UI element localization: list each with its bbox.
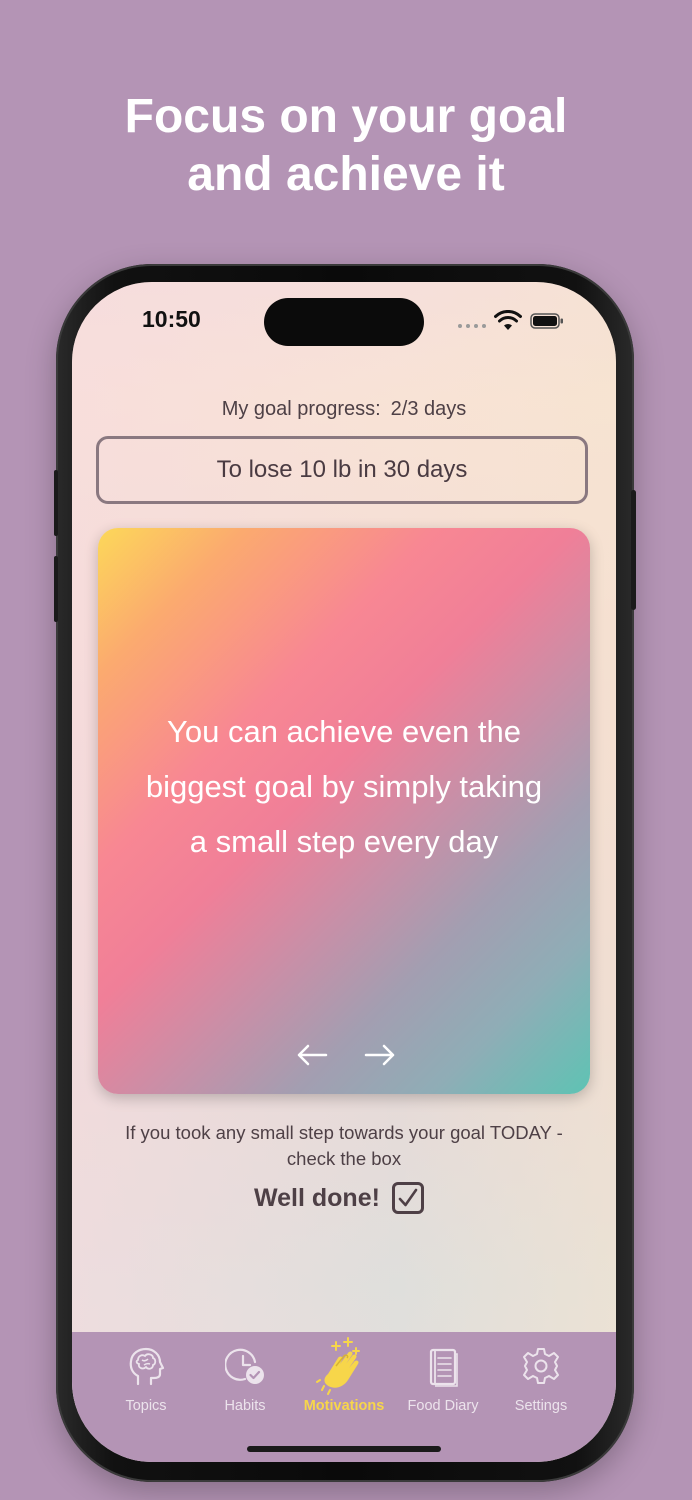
clock-check-icon [225, 1348, 264, 1384]
tab-label: Habits [224, 1398, 266, 1414]
quote-line: You can achieve even the [167, 714, 521, 749]
status-time: 10:50 [142, 306, 201, 332]
cellular-signal-icon [458, 324, 486, 328]
daily-check-hint: If you took any small step towards your … [72, 1120, 616, 1172]
goal-progress-label: My goal progress: [221, 398, 381, 420]
tab-label: Motivations [303, 1398, 385, 1414]
headline-line-2: and achieve it [187, 148, 505, 201]
hint-line: check the box [286, 1148, 402, 1169]
motivation-quote: You can achieve even the biggest goal by… [98, 704, 590, 869]
goal-description: To lose 10 lb in 30 days [216, 456, 468, 483]
clapping-hands-icon [316, 1337, 360, 1395]
gear-icon [523, 1348, 559, 1384]
arrow-right-icon[interactable] [364, 1044, 396, 1066]
quote-line: a small step every day [189, 824, 499, 859]
home-indicator[interactable] [247, 1446, 441, 1452]
tab-label: Settings [514, 1398, 568, 1414]
tab-motivations[interactable]: Motivations [294, 1332, 394, 1432]
goal-description-box[interactable]: To lose 10 lb in 30 days [96, 436, 588, 504]
phone-volume-button [54, 470, 58, 536]
tab-habits[interactable]: Habits [195, 1332, 295, 1432]
wifi-icon [494, 310, 522, 330]
battery-icon [530, 313, 563, 329]
arrow-left-icon[interactable] [296, 1044, 328, 1066]
motivation-card: You can achieve even the biggest goal by… [98, 528, 590, 1094]
goal-progress-value: 2/3 days [390, 398, 467, 420]
checkmark-icon [398, 1188, 418, 1207]
tab-topics[interactable]: Topics [96, 1332, 196, 1432]
goal-progress: My goal progress: 2/3 days [72, 398, 616, 421]
hint-line: If you took any small step towards your … [125, 1122, 563, 1143]
brain-head-icon [129, 1347, 165, 1386]
tab-label: Food Diary [407, 1398, 479, 1414]
quote-line: biggest goal by simply taking [145, 769, 543, 804]
well-done-checkbox[interactable] [391, 1182, 424, 1214]
tab-food-diary[interactable]: Food Diary [393, 1332, 493, 1432]
headline-line-1: Focus on your goal [124, 90, 568, 143]
well-done-row: Well done! [254, 1182, 424, 1214]
dynamic-island [264, 298, 424, 346]
tab-bar: Topics Habits Motivations Food Diary Set… [72, 1332, 616, 1462]
tab-label: Topics [125, 1398, 167, 1414]
well-done-label: Well done! [254, 1183, 380, 1212]
phone-side-button [631, 490, 636, 610]
headline: Focus on your goal and achieve it [0, 88, 692, 204]
tab-settings[interactable]: Settings [491, 1332, 591, 1432]
app-screen: 10:50 My goal progress: 2/3 days To lose … [72, 282, 616, 1462]
notebook-icon [429, 1348, 458, 1387]
phone-volume-button [54, 556, 58, 622]
